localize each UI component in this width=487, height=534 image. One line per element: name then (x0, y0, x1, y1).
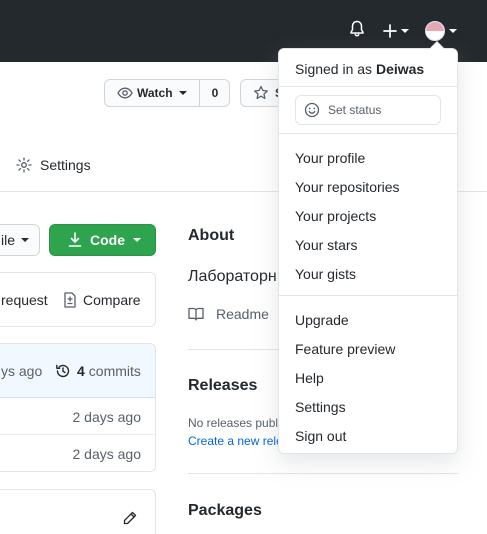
pull-request-link[interactable]: request (1, 292, 48, 308)
menu-item-your-projects[interactable]: Your projects (295, 206, 376, 226)
notifications-button[interactable] (349, 20, 365, 38)
file-row[interactable]: 2 days ago (0, 398, 155, 435)
menu-item-help[interactable]: Help (295, 368, 324, 388)
chevron-down-icon (401, 29, 409, 33)
star-icon (254, 85, 268, 100)
user-menu-dropdown: Signed in as Deiwas Set status Your prof… (278, 41, 458, 454)
pencil-icon[interactable] (122, 510, 138, 526)
commits-link[interactable]: 4 commits (55, 363, 141, 379)
chevron-down-icon (178, 91, 187, 95)
menu-item-your-profile[interactable]: Your profile (295, 148, 365, 168)
menu-item-your-stars[interactable]: Your stars (295, 235, 358, 255)
history-icon (56, 364, 70, 378)
signed-in-username: Deiwas (375, 61, 425, 77)
menu-item-feature-preview[interactable]: Feature preview (295, 339, 395, 359)
signed-in-header: Signed in as Deiwas (295, 59, 424, 79)
avatar (425, 21, 445, 41)
book-icon (188, 307, 204, 321)
repo-description: Лабораторн (188, 268, 277, 285)
menu-divider (279, 133, 457, 134)
menu-item-your-gists[interactable]: Your gists (295, 264, 356, 284)
file-list-panel: ys ago 4 commits 2 days ago 2 days ago (0, 343, 156, 472)
bell-icon (350, 20, 364, 37)
user-menu-button[interactable] (425, 21, 457, 41)
watch-count[interactable]: 0 (200, 86, 230, 100)
latest-commit-time: ys ago (1, 363, 43, 379)
create-release-link[interactable]: Create a new rele (188, 434, 283, 448)
file-row[interactable]: 2 days ago (0, 435, 155, 471)
chevron-down-icon (133, 238, 141, 242)
set-status-button[interactable]: Set status (295, 95, 441, 125)
plus-icon (383, 24, 397, 38)
file-row-time: 2 days ago (72, 409, 142, 425)
file-diff-icon (64, 292, 76, 308)
latest-commit-bar: ys ago 4 commits (0, 344, 155, 398)
menu-divider (279, 86, 457, 87)
releases-title[interactable]: Releases (188, 377, 257, 395)
watch-label: Watch (137, 86, 173, 100)
menu-item-your-repositories[interactable]: Your repositories (295, 177, 400, 197)
compare-link[interactable]: Compare (63, 292, 141, 308)
branch-select-button[interactable]: ile (0, 224, 40, 256)
commits-label: commits (88, 363, 141, 379)
menu-divider (279, 295, 457, 296)
branch-label: ile (1, 232, 16, 248)
sidebar-divider (188, 473, 458, 474)
chevron-down-icon (21, 238, 30, 242)
compare-label: Compare (83, 292, 141, 308)
packages-title[interactable]: Packages (188, 502, 262, 520)
compare-panel: request Compare (0, 272, 156, 327)
tab-settings-label: Settings (40, 157, 91, 173)
readme-label: Readme (216, 306, 269, 322)
menu-item-settings[interactable]: Settings (295, 397, 346, 417)
commits-count: 4 (77, 363, 85, 379)
file-row-time: 2 days ago (72, 446, 142, 462)
eye-icon (117, 87, 133, 99)
signed-in-prefix: Signed in as (295, 61, 376, 77)
watch-button[interactable]: Watch 0 (104, 79, 230, 107)
tab-settings[interactable]: Settings (16, 157, 91, 173)
create-new-button[interactable] (383, 24, 409, 38)
smiley-icon (304, 102, 320, 118)
chevron-down-icon (449, 29, 457, 33)
code-button-label: Code (90, 232, 125, 248)
menu-item-upgrade[interactable]: Upgrade (295, 310, 349, 330)
code-button[interactable]: Code (49, 224, 156, 256)
readme-panel (0, 489, 156, 534)
about-title: About (188, 227, 235, 244)
menu-item-sign-out[interactable]: Sign out (295, 426, 346, 446)
set-status-label: Set status (328, 103, 382, 117)
gear-icon (16, 157, 32, 173)
no-releases-text: No releases publi (188, 416, 281, 430)
download-icon (68, 232, 82, 247)
readme-link[interactable]: Readme (188, 306, 269, 322)
